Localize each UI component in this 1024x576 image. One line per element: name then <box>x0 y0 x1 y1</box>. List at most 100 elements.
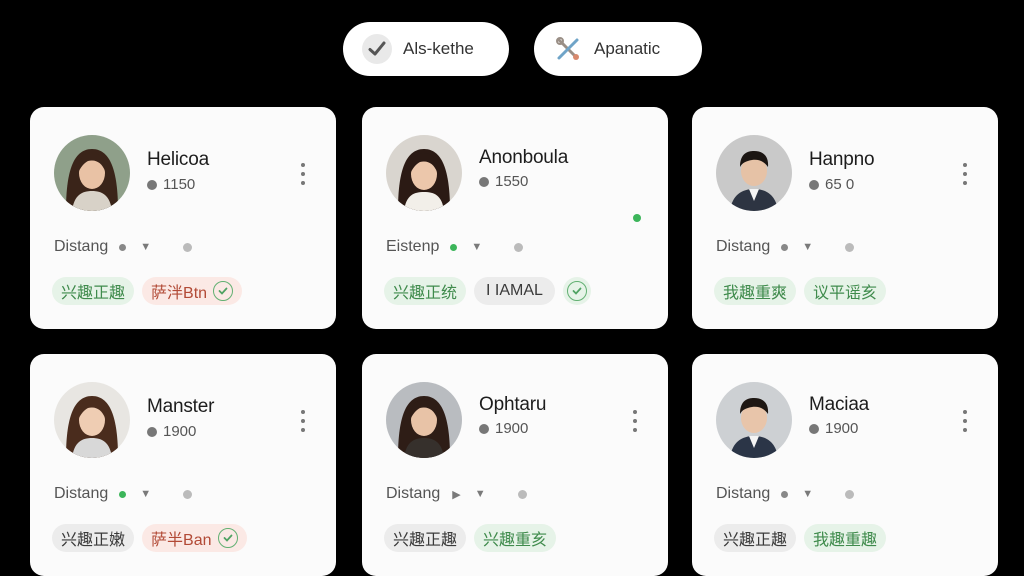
distance-row: Distang ▼ <box>716 485 855 503</box>
profile-stat: 1900 <box>809 420 858 437</box>
filter-pill-label: Als-kethe <box>403 39 474 58</box>
tag-label: I IAMAL <box>486 282 543 299</box>
distance-label: Distang <box>54 238 109 255</box>
indicator-dot-icon <box>845 489 855 499</box>
tag-chip[interactable]: 兴趣正统 <box>384 277 467 305</box>
tag-chip[interactable]: 我趣重趣 <box>804 524 887 552</box>
status-dot-icon <box>119 490 127 498</box>
distance-label: Distang <box>54 485 109 502</box>
avatar <box>386 135 462 211</box>
distance-row: Distang ▶ ▼ <box>386 485 527 503</box>
tag-list: 兴趣正趣 萨泮Btn <box>52 277 243 305</box>
check-circle-icon[interactable] <box>562 277 591 305</box>
tag-list: 兴趣正统 I IAMAL <box>384 277 591 305</box>
chevron-down-icon[interactable]: ▼ <box>802 488 813 500</box>
indicator-dot-icon <box>183 242 193 252</box>
chevron-down-icon[interactable]: ▼ <box>140 241 151 253</box>
tag-chip[interactable]: 兴趣重亥 <box>474 524 557 552</box>
profile-name: Manster <box>147 396 215 417</box>
chevron-down-icon[interactable]: ▼ <box>475 488 486 500</box>
avatar <box>716 382 792 458</box>
stat-dot-icon <box>809 179 819 190</box>
check-icon <box>361 33 393 65</box>
tag-label: 兴趣正嫩 <box>61 532 126 549</box>
status-dot-icon <box>450 243 458 251</box>
distance-label: Eistenp <box>386 238 440 255</box>
play-arrow-icon[interactable]: ▶ <box>452 488 460 501</box>
tag-label: 兴趣正趣 <box>61 285 126 302</box>
tag-chip[interactable]: 议平谣亥 <box>804 277 887 305</box>
profile-name: Ophtaru <box>479 394 547 415</box>
tag-label: 萨半Ban <box>151 532 212 549</box>
profile-stat-value: 1900 <box>825 420 859 437</box>
tag-chip[interactable]: I IAMAL <box>474 277 555 305</box>
indicator-dot-icon <box>183 489 193 499</box>
tag-chip[interactable]: 兴趣正趣 <box>714 524 797 552</box>
tag-label: 兴趣正统 <box>393 285 458 302</box>
status-dot-icon <box>781 490 789 498</box>
profile-stat: 1900 <box>147 423 196 440</box>
more-options-icon[interactable] <box>962 410 968 432</box>
distance-row: Distang ▼ <box>54 485 193 503</box>
wrench-cross-icon <box>552 33 584 65</box>
distance-label: Distang <box>716 485 771 502</box>
tag-list: 兴趣正嫩 萨半Ban <box>52 524 247 552</box>
more-options-icon[interactable] <box>300 410 306 432</box>
profile-card[interactable]: Ophtaru 1900 Distang ▶ ▼ 兴趣正趣 兴趣重亥 <box>362 354 668 576</box>
distance-row: Distang ▼ <box>54 238 193 256</box>
tag-label: 我趣重趣 <box>813 532 878 549</box>
more-options-icon[interactable] <box>632 410 638 432</box>
indicator-dot-icon <box>517 489 527 499</box>
tag-list: 我趣重爽 议平谣亥 <box>714 277 887 305</box>
tag-chip[interactable]: 萨半Ban <box>142 524 247 552</box>
chevron-down-icon[interactable]: ▼ <box>140 488 151 500</box>
profile-stat: 1150 <box>147 176 195 193</box>
stat-dot-icon <box>479 176 489 187</box>
avatar <box>716 135 792 211</box>
stat-dot-icon <box>147 179 157 190</box>
profile-card[interactable]: Manster 1900 Distang ▼ 兴趣正嫩 萨半Ban <box>30 354 336 576</box>
indicator-dot-icon <box>845 242 855 252</box>
profile-card[interactable]: Helicoa 1150 Distang ▼ 兴趣正趣 萨泮Btn <box>30 107 336 329</box>
online-indicator <box>633 214 641 222</box>
tag-chip[interactable]: 兴趣正趣 <box>52 277 135 305</box>
filter-pill-als-kethe[interactable]: Als-kethe <box>343 22 509 76</box>
filter-pill-apanatic[interactable]: Apanatic <box>534 22 702 76</box>
profile-name: Anonboula <box>479 147 569 168</box>
status-dot-icon <box>781 243 789 251</box>
check-circle-icon <box>213 281 234 301</box>
profile-stat-value: 65 0 <box>825 176 855 193</box>
more-options-icon[interactable] <box>300 163 306 185</box>
tag-chip[interactable]: 兴趣正嫩 <box>52 524 135 552</box>
tag-chip[interactable]: 兴趣正趣 <box>384 524 467 552</box>
profile-name: Helicoa <box>147 149 209 170</box>
distance-row: Eistenp ▼ <box>386 238 524 256</box>
check-circle-icon <box>217 528 238 548</box>
avatar <box>386 382 462 458</box>
profile-stat-value: 1900 <box>495 420 529 437</box>
profile-stat-value: 1150 <box>163 176 196 193</box>
tag-label: 我趣重爽 <box>723 285 788 302</box>
tag-label: 兴趣重亥 <box>483 532 548 549</box>
profile-stat: 1550 <box>479 173 528 190</box>
tag-list: 兴趣正趣 兴趣重亥 <box>384 524 557 552</box>
profile-card[interactable]: Hanpno 65 0 Distang ▼ 我趣重爽 议平谣亥 <box>692 107 998 329</box>
chevron-down-icon[interactable]: ▼ <box>471 241 482 253</box>
profile-card[interactable]: Anonboula 1550 Eistenp ▼ 兴趣正统 I IAMAL <box>362 107 668 329</box>
profile-card[interactable]: Maciaa 1900 Distang ▼ 兴趣正趣 我趣重趣 <box>692 354 998 576</box>
profile-stat-value: 1550 <box>495 173 529 190</box>
distance-label: Distang <box>386 485 441 502</box>
tag-chip[interactable]: 我趣重爽 <box>714 277 797 305</box>
stat-dot-icon <box>479 423 489 434</box>
chevron-down-icon[interactable]: ▼ <box>802 241 813 253</box>
distance-label: Distang <box>716 238 771 255</box>
tag-label: 萨泮Btn <box>151 285 208 302</box>
more-options-icon[interactable] <box>962 163 968 185</box>
avatar <box>54 135 130 211</box>
profile-name: Maciaa <box>809 394 870 415</box>
profile-stat-value: 1900 <box>163 423 197 440</box>
filter-pill-label: Apanatic <box>594 39 661 58</box>
tag-chip[interactable]: 萨泮Btn <box>142 277 243 305</box>
tag-list: 兴趣正趣 我趣重趣 <box>714 524 887 552</box>
profile-name: Hanpno <box>809 149 875 170</box>
